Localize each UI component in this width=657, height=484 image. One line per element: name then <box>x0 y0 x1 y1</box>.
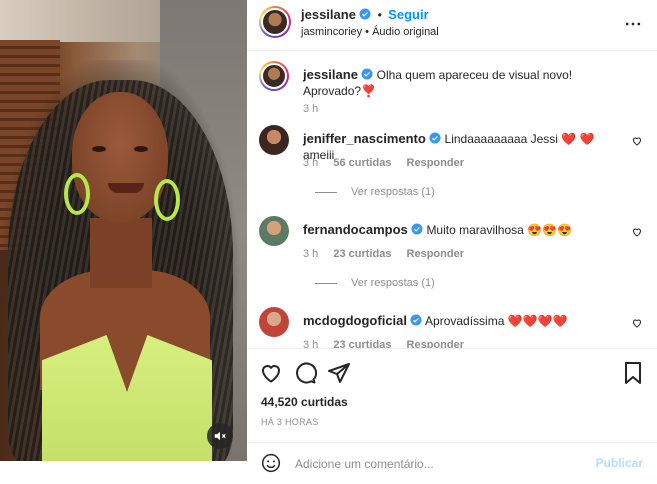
view-replies-button[interactable]: Ver respostas (1) <box>315 277 435 289</box>
comment-like-icon[interactable] <box>631 135 643 147</box>
view-replies-label: Ver respostas (1) <box>351 277 435 289</box>
comment-time[interactable]: 3 h <box>303 248 318 260</box>
mute-button[interactable] <box>207 423 233 449</box>
video-eye-left <box>92 146 106 152</box>
post-actions: 44,520 curtidas HÁ 3 HORAS <box>247 348 657 449</box>
replies-divider <box>315 191 337 193</box>
comment-username[interactable]: jeniffer_nascimento <box>303 131 426 146</box>
caption-emoji: ❣️ <box>361 84 376 98</box>
verified-badge-icon <box>361 68 373 80</box>
author-line: jessilane • Seguir <box>301 7 429 22</box>
post-likes-count[interactable]: 44,520 curtidas <box>261 395 348 409</box>
video-mouth <box>108 183 144 193</box>
comment-meta: 3 h 56 curtidas Responder <box>303 157 476 169</box>
comment-text: Aprovadíssima ❤️❤️❤️❤️ <box>425 314 568 328</box>
caption-avatar[interactable] <box>259 61 289 91</box>
post-header: jessilane • Seguir jasmincoriey • Áudio … <box>247 0 657 51</box>
author-username[interactable]: jessilane <box>301 7 356 22</box>
add-comment-bar: Publicar <box>247 442 657 484</box>
comment-likes[interactable]: 23 curtidas <box>333 339 391 348</box>
view-replies-label: Ver respostas (1) <box>351 186 435 198</box>
comment-text: Muito maravilhosa 😍😍😍 <box>426 223 572 237</box>
audio-attribution[interactable]: jasmincoriey • Áudio original <box>301 26 439 38</box>
caption-time[interactable]: 3 h <box>303 103 318 115</box>
video-neck <box>90 218 152 288</box>
comment-body: mcdogdogoficial Aprovadíssima ❤️❤️❤️❤️ <box>303 313 623 329</box>
caption-meta: 3 h <box>303 103 330 115</box>
reply-button[interactable]: Responder <box>407 339 464 348</box>
comment-like-icon[interactable] <box>631 226 643 238</box>
bookmark-icon[interactable] <box>621 361 645 385</box>
comment-likes[interactable]: 23 curtidas <box>333 248 391 260</box>
comment-avatar[interactable] <box>259 216 289 246</box>
comments-list[interactable]: jessilane Olha quem apareceu de visual n… <box>247 51 657 348</box>
share-icon[interactable] <box>327 361 351 385</box>
verified-badge-icon <box>429 132 441 144</box>
heart-icon[interactable] <box>259 361 283 385</box>
comment-avatar[interactable] <box>259 125 289 155</box>
publish-button[interactable]: Publicar <box>596 456 643 470</box>
muted-speaker-icon <box>214 431 226 441</box>
emoji-icon[interactable] <box>261 453 281 473</box>
instagram-post-modal: jessilane • Seguir jasmincoriey • Áudio … <box>0 0 657 483</box>
caption-body: jessilane Olha quem apareceu de visual n… <box>303 67 623 99</box>
comment-item: jeniffer_nascimento Lindaaaaaaaaa Jessi … <box>259 125 643 205</box>
comment-time[interactable]: 3 h <box>303 157 318 169</box>
more-options-icon[interactable] <box>623 14 643 34</box>
comment-username[interactable]: fernandocampos <box>303 222 408 237</box>
view-replies-button[interactable]: Ver respostas (1) <box>315 186 435 198</box>
video-earring-left <box>64 173 90 215</box>
comment-input[interactable] <box>293 451 597 477</box>
comment-avatar[interactable] <box>259 307 289 337</box>
post-timestamp[interactable]: HÁ 3 HORAS <box>261 417 319 427</box>
replies-divider <box>315 282 337 284</box>
author-avatar[interactable] <box>259 6 291 38</box>
video-earring-right <box>154 179 180 221</box>
verified-badge-icon <box>359 8 371 20</box>
post-video[interactable] <box>0 0 247 461</box>
verified-badge-icon <box>410 314 422 326</box>
comment-icon[interactable] <box>293 361 317 385</box>
caption-username[interactable]: jessilane <box>303 67 358 82</box>
comment-username[interactable]: mcdogdogoficial <box>303 313 407 328</box>
comment-like-icon[interactable] <box>631 317 643 329</box>
comment-body: fernandocampos Muito maravilhosa 😍😍😍 <box>303 222 623 238</box>
comment-item: fernandocampos Muito maravilhosa 😍😍😍 3 h… <box>259 216 643 296</box>
comment-meta: 3 h 23 curtidas Responder <box>303 339 476 348</box>
reply-button[interactable]: Responder <box>407 157 464 169</box>
comment-time[interactable]: 3 h <box>303 339 318 348</box>
comment-likes[interactable]: 56 curtidas <box>333 157 391 169</box>
follow-button[interactable]: Seguir <box>388 7 428 22</box>
comment-meta: 3 h 23 curtidas Responder <box>303 248 476 260</box>
reply-button[interactable]: Responder <box>407 248 464 260</box>
video-eye-right <box>134 146 148 152</box>
verified-badge-icon <box>411 223 423 235</box>
comment-item: mcdogdogoficial Aprovadíssima ❤️❤️❤️❤️ 3… <box>259 307 643 348</box>
header-separator: • <box>377 8 382 22</box>
caption: jessilane Olha quem apareceu de visual n… <box>259 61 643 121</box>
